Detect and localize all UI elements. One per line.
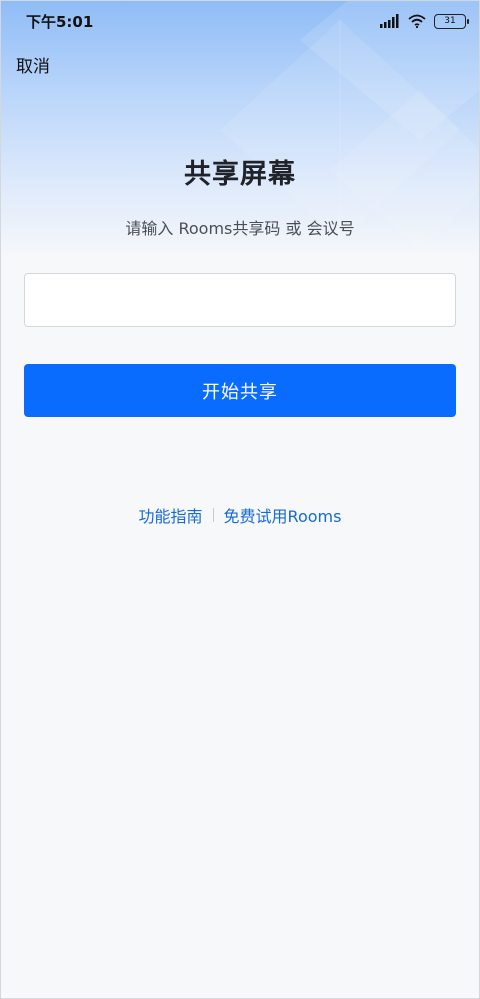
status-bar: 下午5:01 31: [0, 0, 480, 42]
signal-bars-icon: [380, 14, 399, 28]
wifi-icon: [408, 14, 426, 28]
free-trial-link[interactable]: 免费试用Rooms: [224, 503, 342, 527]
page-subtitle: 请输入 Rooms共享码 或 会议号: [125, 219, 355, 238]
cancel-button[interactable]: 取消: [16, 52, 50, 77]
start-sharing-button[interactable]: 开始共享: [24, 364, 456, 417]
share-code-input[interactable]: [24, 273, 456, 327]
page-title: 共享屏幕: [184, 159, 296, 190]
battery-icon: 31: [434, 13, 469, 29]
status-icons: 31: [380, 12, 469, 30]
link-divider: [212, 508, 214, 522]
feature-guide-link[interactable]: 功能指南: [139, 503, 203, 527]
footer-links: 功能指南 免费试用Rooms: [0, 503, 480, 527]
status-time: 下午5:01: [26, 13, 94, 31]
